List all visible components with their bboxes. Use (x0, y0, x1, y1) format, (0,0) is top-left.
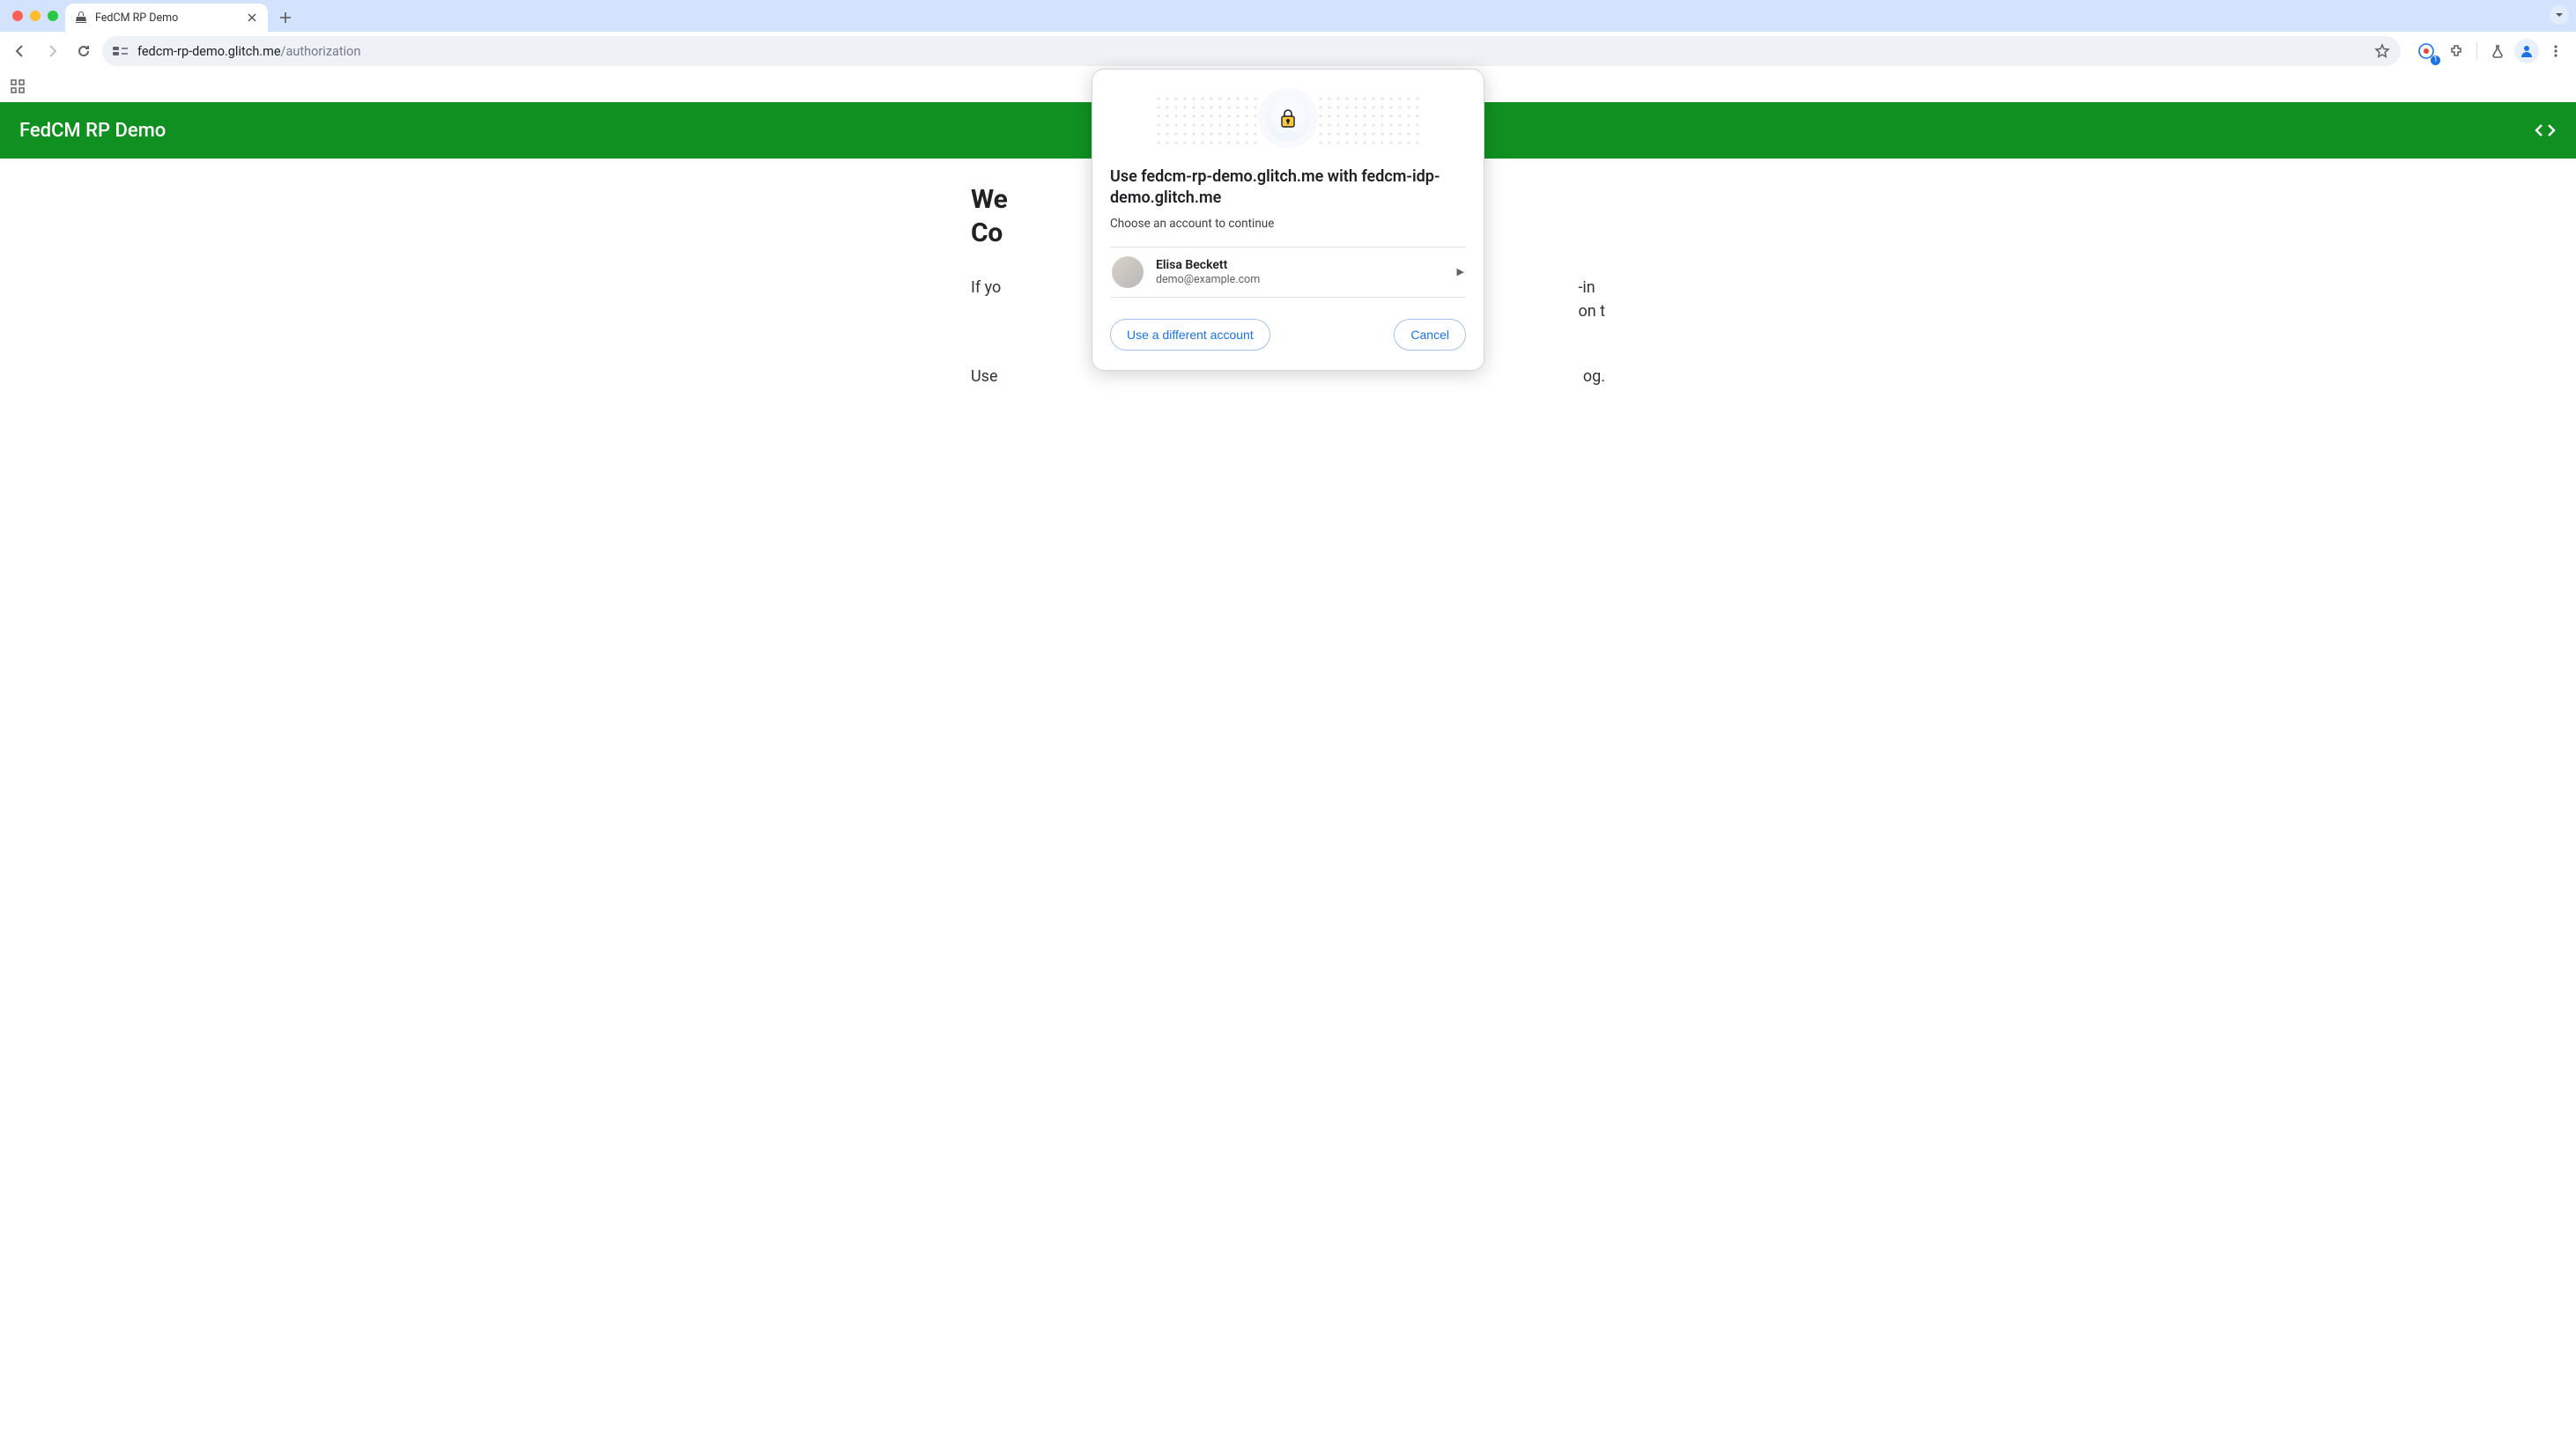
kebab-menu-icon[interactable] (2543, 38, 2569, 64)
window-controls (7, 0, 65, 32)
account-list: Elisa Beckett demo@example.com ▶ (1110, 247, 1466, 298)
address-bar[interactable]: fedcm-rp-demo.glitch.me/authorization (102, 36, 2401, 66)
window-minimize-button[interactable] (30, 11, 41, 21)
extensions-icon[interactable] (2443, 38, 2469, 64)
nav-forward-button[interactable] (39, 38, 65, 64)
site-info-icon[interactable] (113, 45, 129, 57)
url-text: fedcm-rp-demo.glitch.me/authorization (137, 44, 2365, 59)
window-close-button[interactable] (12, 11, 23, 21)
toolbar-actions: 1 (2406, 38, 2569, 64)
browser-tab-active[interactable]: FedCM RP Demo (65, 4, 268, 32)
tab-search-button[interactable] (2550, 5, 2569, 25)
nav-reload-button[interactable] (70, 38, 97, 64)
account-email: demo@example.com (1156, 273, 1445, 286)
apps-shortcut-icon[interactable] (5, 74, 30, 99)
site-header-title: FedCM RP Demo (19, 120, 166, 142)
browser-toolbar: fedcm-rp-demo.glitch.me/authorization 1 (0, 32, 2576, 70)
account-name: Elisa Beckett (1156, 258, 1445, 272)
nav-back-button[interactable] (7, 38, 33, 64)
tab-favicon (74, 11, 88, 25)
chevron-right-icon: ▶ (1457, 266, 1464, 277)
bookmark-star-icon[interactable] (2374, 43, 2390, 59)
dialog-subtitle: Choose an account to continue (1110, 217, 1466, 231)
tab-title: FedCM RP Demo (95, 11, 178, 25)
page-viewport: FedCM RP Demo We Co If yo -in on t Use o… (0, 102, 2576, 1448)
tab-close-button[interactable] (245, 11, 259, 25)
account-row[interactable]: Elisa Beckett demo@example.com ▶ (1110, 247, 1466, 297)
profile-avatar-button[interactable] (2514, 39, 2539, 63)
url-path: /authorization (281, 44, 361, 59)
use-different-account-button[interactable]: Use a different account (1110, 319, 1270, 351)
lock-badge-icon (1265, 95, 1311, 141)
fedcm-dialog: Use fedcm-rp-demo.glitch.me with fedcm-i… (1092, 69, 1484, 371)
dialog-title: Use fedcm-rp-demo.glitch.me with fedcm-i… (1110, 166, 1466, 210)
url-host: fedcm-rp-demo.glitch.me (137, 44, 281, 59)
new-tab-button[interactable] (273, 5, 298, 30)
browser-tabstrip: FedCM RP Demo (0, 0, 2576, 32)
labs-icon[interactable] (2484, 38, 2511, 64)
toolbar-divider (2476, 42, 2477, 60)
cancel-button[interactable]: Cancel (1394, 319, 1466, 351)
view-source-icon[interactable] (2534, 122, 2557, 138)
window-zoom-button[interactable] (48, 11, 58, 21)
devtools-icon[interactable]: 1 (2413, 38, 2439, 64)
devtools-badge: 1 (2431, 55, 2440, 65)
dialog-hero (1092, 70, 1484, 166)
account-avatar (1112, 256, 1144, 288)
